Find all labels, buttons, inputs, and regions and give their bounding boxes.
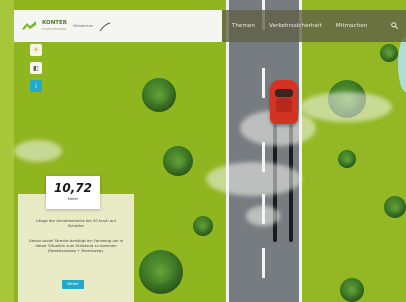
distance-display: 10,72 Meter [46,176,100,209]
nav-item-mitmachen[interactable]: Mitmachen [336,23,367,29]
nav-item-verkehrssicherheit[interactable]: Verkehrssicherheit [269,23,322,29]
nav-item-themen[interactable]: Themen [232,23,255,29]
next-button[interactable]: Weiter [62,280,84,289]
car [270,80,298,124]
bush [163,146,193,176]
bush [139,250,183,294]
toggle-icon[interactable]: ◧ [30,62,42,74]
logo-text-block: KONTER STAEDTEWERK [42,21,67,31]
logo-area[interactable]: KONTER STAEDTEWERK Ministerium [14,10,222,42]
distance-value: 10,72 [54,181,92,195]
cloud [246,206,280,226]
sun-icon[interactable]: ☀ [30,44,42,56]
partner-logo: Ministerium [73,24,93,28]
bush [338,150,356,168]
bush [380,44,398,62]
bush [340,278,364,302]
partner-swoosh-icon [99,17,111,36]
car-windshield [275,89,293,97]
tool-column: ☀ ◧ i [30,44,42,92]
bush [193,216,213,236]
logo-tagline: STAEDTEWERK [42,26,67,31]
panel-question: Länge der Anhaltestrecke bei 30 km/h auf… [36,218,116,229]
bush [384,196,406,218]
distance-unit: Meter [67,197,79,201]
info-icon[interactable]: i [30,80,42,92]
logo-name: KONTER [42,20,68,27]
logo-icon [22,21,36,31]
road-edge-right [299,0,302,302]
main-navigation: Themen Verkehrssicherheit Mitmachen [222,10,406,42]
cloud [300,92,392,122]
header-bar: KONTER STAEDTEWERK Ministerium Themen Ve… [14,10,406,42]
car-roof [276,98,292,112]
bush [142,78,176,112]
panel-explanation: Genau soviel Strecke benötigt ein Fahrze… [28,238,124,254]
cloud [206,162,302,196]
cloud [14,140,62,162]
search-icon[interactable] [391,21,398,31]
lane-marking [262,68,265,98]
lane-marking [262,248,265,278]
road-edge-left [226,0,229,302]
grass-strip [0,0,14,302]
